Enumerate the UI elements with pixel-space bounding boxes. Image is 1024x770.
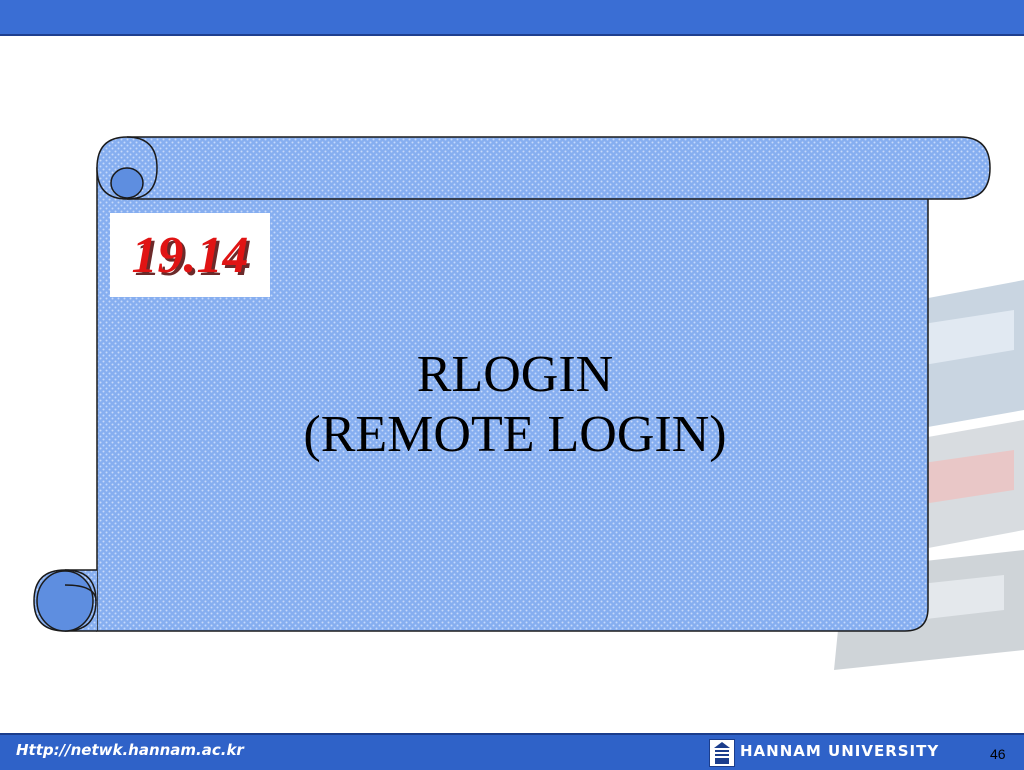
- footer-bar: Http://netwk.hannam.ac.kr HANNAM UNIVERS…: [0, 733, 1024, 770]
- section-number-box: 19.14: [110, 213, 270, 297]
- section-number: 19.14: [131, 226, 249, 284]
- title-line-2: (REMOTE LOGIN): [303, 406, 727, 463]
- university-logo-icon: [709, 739, 735, 767]
- footer-url: Http://netwk.hannam.ac.kr: [16, 741, 244, 759]
- page-number: 46: [990, 746, 1006, 762]
- university-name: HANNAM UNIVERSITY: [740, 742, 940, 760]
- slide-title: RLOGIN (REMOTE LOGIN): [100, 345, 930, 465]
- title-line-1: RLOGIN: [416, 346, 614, 403]
